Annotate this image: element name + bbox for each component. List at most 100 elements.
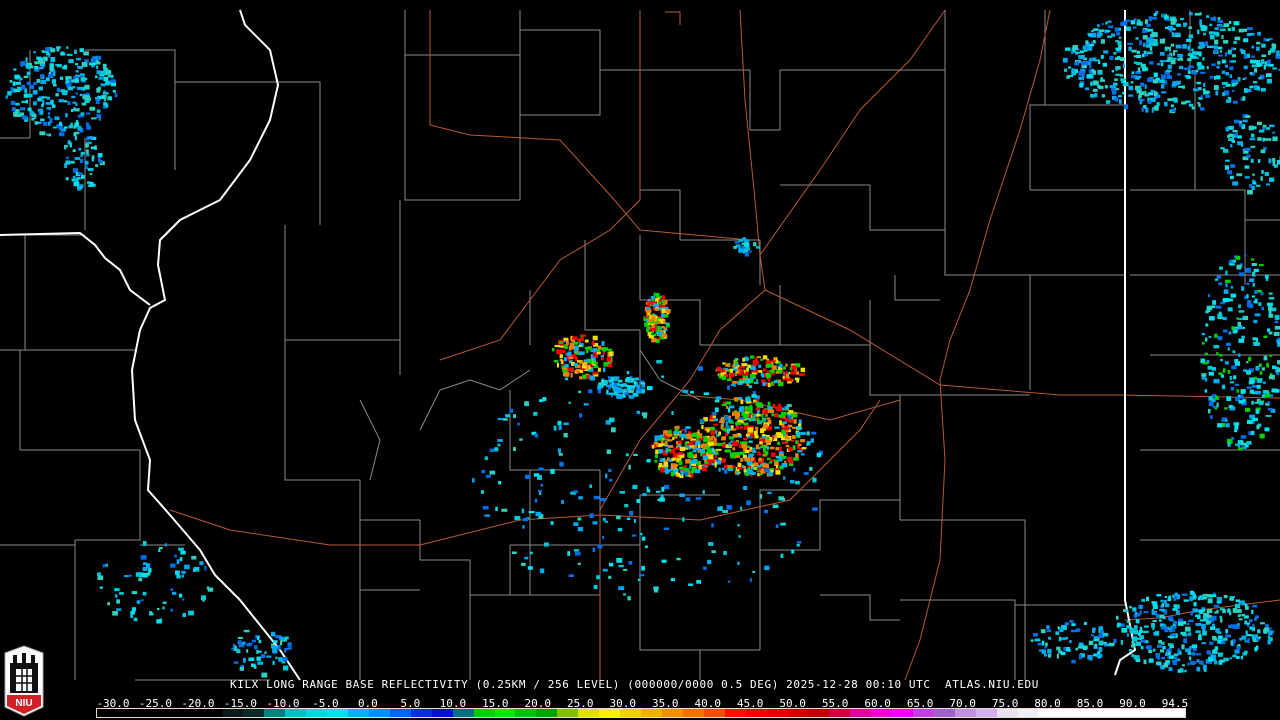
echo-pixel xyxy=(1234,383,1239,387)
echo-pixel xyxy=(1131,644,1136,648)
echo-pixel xyxy=(75,63,79,66)
echo-pixel xyxy=(1214,611,1219,614)
echo-pixel xyxy=(806,431,810,436)
echo-pixel xyxy=(136,600,141,604)
echo-pixel xyxy=(124,575,129,578)
echo-pixel xyxy=(1096,653,1103,658)
echo-pixel xyxy=(755,444,760,449)
echo-pixel xyxy=(184,564,190,570)
echo-pixel xyxy=(1201,332,1206,336)
echo-pixel xyxy=(40,79,46,85)
echo-pixel xyxy=(1130,80,1134,84)
echo-pixel xyxy=(1086,46,1093,51)
echo-pixel xyxy=(1266,302,1273,307)
product-caption: KILX LONG RANGE BASE REFLECTIVITY (0.25K… xyxy=(230,678,1039,691)
echo-pixel xyxy=(746,461,753,465)
colorbar-swatch xyxy=(306,709,328,717)
echo-pixel xyxy=(33,51,36,54)
echo-pixel xyxy=(590,354,593,359)
colorbar-swatch xyxy=(829,709,851,717)
echo-pixel xyxy=(767,472,774,477)
echo-pixel xyxy=(1148,649,1153,654)
echo-pixel xyxy=(607,348,613,351)
echo-pixel xyxy=(559,354,563,359)
echo-pixel xyxy=(769,369,775,373)
echo-pixel xyxy=(1207,293,1210,298)
echo-pixel xyxy=(1088,69,1092,74)
echo-pixel xyxy=(608,417,615,423)
echo-pixel xyxy=(1193,602,1197,607)
echo-pixel xyxy=(89,173,93,176)
echo-pixel xyxy=(95,99,100,104)
echo-pixel xyxy=(570,372,573,378)
echo-pixel xyxy=(1190,65,1194,69)
echo-pixel xyxy=(661,486,665,492)
echo-pixel xyxy=(729,421,734,424)
echo-pixel xyxy=(1064,47,1071,51)
echo-pixel xyxy=(738,367,741,370)
echo-pixel xyxy=(1217,46,1223,50)
echo-pixel xyxy=(715,448,722,451)
echo-pixel xyxy=(1147,77,1153,83)
echo-pixel xyxy=(1208,335,1212,339)
echo-pixel xyxy=(1249,59,1256,64)
echo-pixel xyxy=(1188,103,1194,107)
echo-pixel xyxy=(1249,72,1253,75)
echo-pixel xyxy=(726,505,732,510)
echo-pixel xyxy=(1143,630,1149,634)
echo-pixel xyxy=(616,515,621,520)
echo-pixel xyxy=(45,102,51,105)
echo-pixel xyxy=(628,561,633,565)
echo-pixel xyxy=(650,330,653,335)
echo-pixel xyxy=(272,660,275,665)
echo-pixel xyxy=(592,521,598,525)
echo-pixel xyxy=(1268,50,1271,55)
echo-pixel xyxy=(257,661,264,665)
echo-pixel xyxy=(71,178,77,182)
echo-pixel xyxy=(1224,361,1229,365)
echo-pixel xyxy=(1111,88,1116,92)
echo-pixel xyxy=(65,160,71,165)
echo-pixel xyxy=(1088,640,1094,646)
echo-pixel xyxy=(1202,88,1206,92)
echo-pixel xyxy=(1041,640,1045,646)
echo-pixel xyxy=(772,504,779,509)
echo-pixel xyxy=(1145,107,1149,113)
echo-pixel xyxy=(1202,361,1209,365)
echo-pixel xyxy=(1260,87,1266,92)
echo-pixel xyxy=(1132,636,1138,642)
echo-pixel xyxy=(1250,158,1254,163)
echo-pixel xyxy=(176,575,181,579)
echo-pixel xyxy=(1159,59,1165,63)
echo-pixel xyxy=(1181,593,1188,596)
echo-pixel xyxy=(1159,649,1165,653)
echo-pixel xyxy=(1072,45,1078,50)
echo-pixel xyxy=(1138,62,1143,65)
echo-pixel xyxy=(596,575,600,580)
echo-pixel xyxy=(85,143,89,148)
echo-pixel xyxy=(667,439,673,442)
echo-pixel xyxy=(1206,609,1213,614)
echo-pixel xyxy=(204,565,207,571)
echo-pixel xyxy=(1209,641,1214,645)
echo-pixel xyxy=(1219,302,1226,305)
echo-pixel xyxy=(34,121,39,125)
echo-pixel xyxy=(1232,181,1239,186)
echo-pixel xyxy=(680,470,684,476)
echo-pixel xyxy=(1257,289,1262,293)
echo-pixel xyxy=(1142,35,1148,40)
echo-pixel xyxy=(747,427,754,433)
echo-pixel xyxy=(107,602,111,606)
colorbar-swatch xyxy=(515,709,537,717)
echo-pixel xyxy=(1146,645,1152,650)
echo-pixel xyxy=(20,61,26,66)
echo-pixel xyxy=(1245,630,1248,635)
echo-pixel xyxy=(734,360,737,365)
echo-pixel xyxy=(1197,87,1202,91)
echo-pixel xyxy=(1167,648,1172,652)
echo-pixel xyxy=(260,654,266,659)
echo-pixel xyxy=(1092,88,1098,92)
echo-pixel xyxy=(1165,46,1171,50)
echo-pixel xyxy=(1136,637,1142,640)
echo-pixel xyxy=(574,552,581,556)
